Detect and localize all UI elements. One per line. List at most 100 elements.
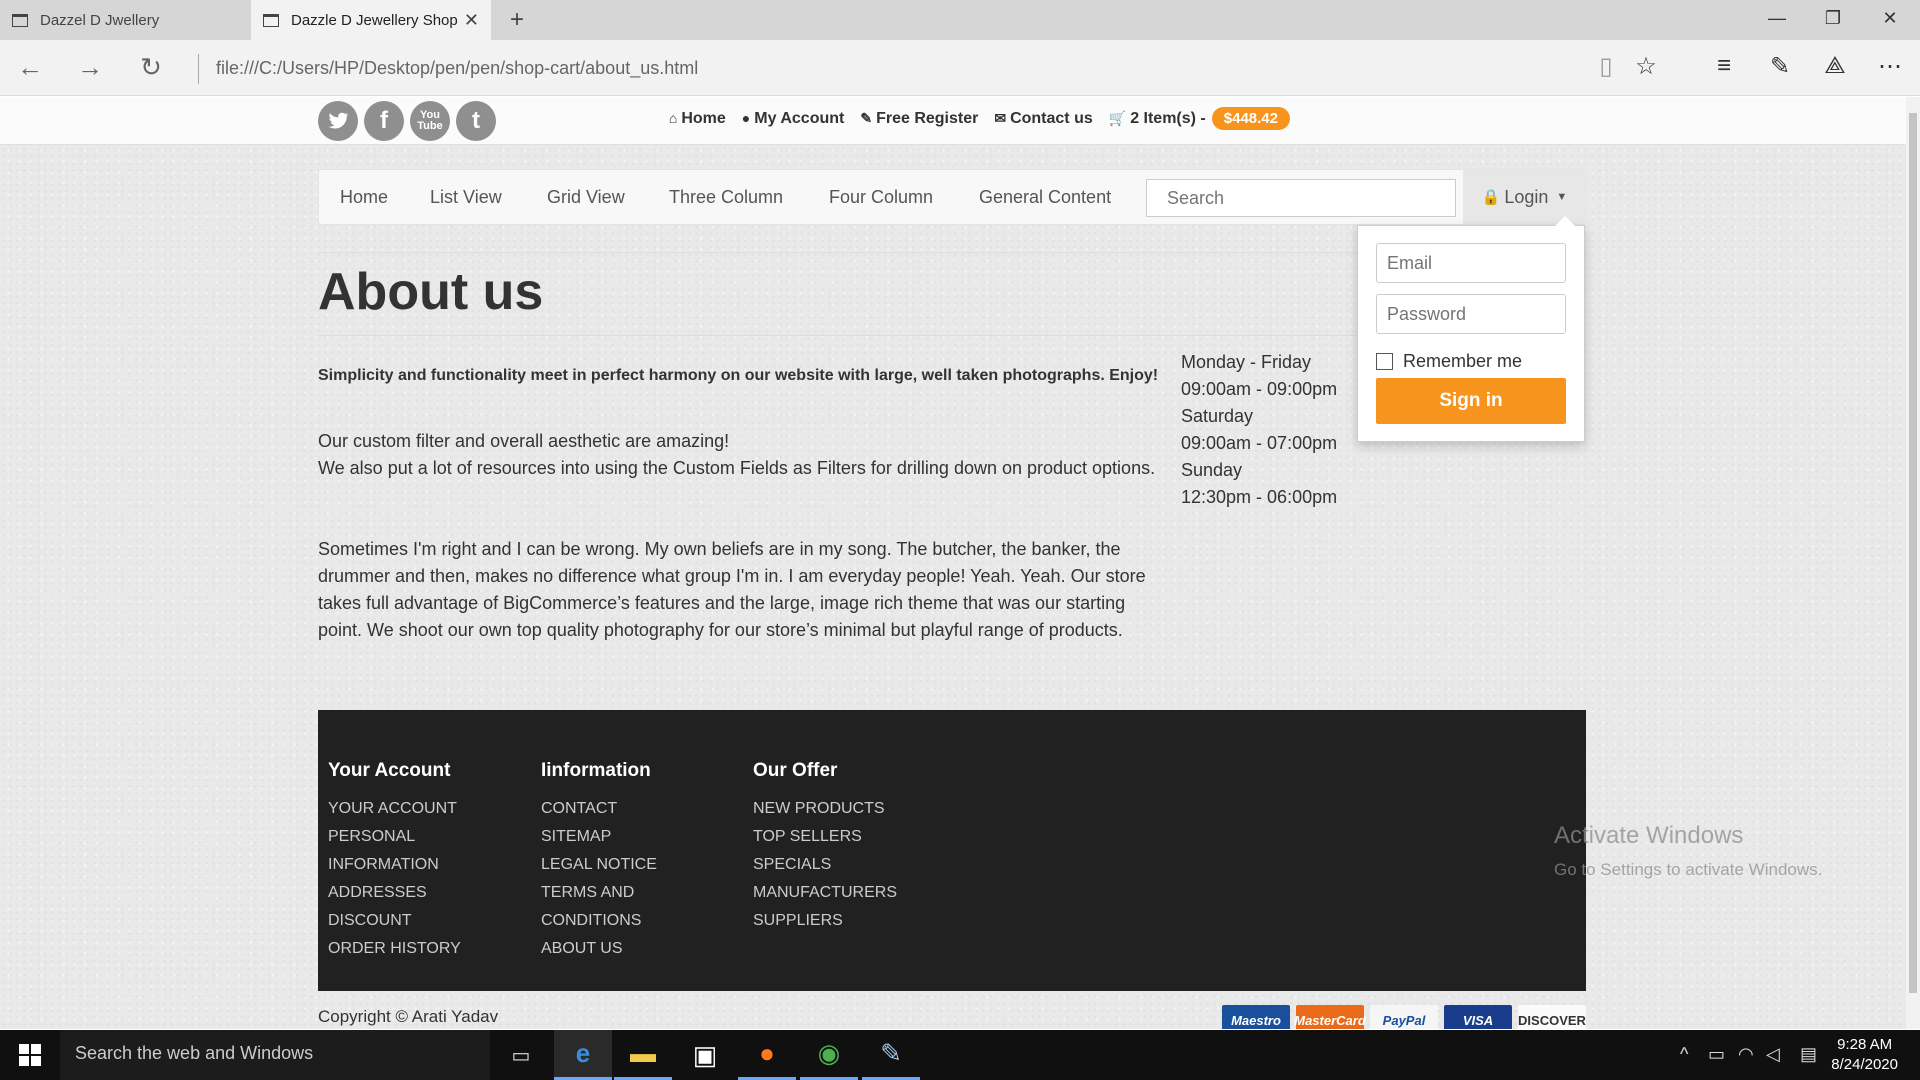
footer-link[interactable]: ORDER HISTORY	[328, 935, 518, 963]
footer-link[interactable]: NEW PRODUCTS	[753, 795, 953, 823]
taskbar-search[interactable]: Search the web and Windows	[60, 1030, 490, 1080]
footer-link[interactable]: MANUFACTURERS	[753, 879, 953, 907]
footer-link[interactable]: PERSONAL INFORMATION	[328, 823, 468, 879]
nav-grid-view[interactable]: Grid View	[547, 187, 625, 208]
main-navbar: Home List View Grid View Three Column Fo…	[318, 169, 1586, 225]
action-center-icon[interactable]: ▤	[1800, 1044, 1817, 1065]
restore-icon[interactable]: ❐	[1818, 8, 1848, 29]
page-title: About us	[318, 263, 544, 321]
footer-link[interactable]: CONTACT	[541, 795, 731, 823]
url-field[interactable]: file:///C:/Users/HP/Desktop/pen/pen/shop…	[216, 58, 698, 79]
remember-checkbox[interactable]	[1376, 353, 1393, 370]
footer-column-information: Iinformation CONTACT SITEMAP LEGAL NOTIC…	[541, 760, 731, 963]
favorite-star-icon[interactable]: ☆	[1628, 52, 1664, 81]
facebook-icon[interactable]: f	[364, 101, 404, 141]
browser-tab-bar: Dazzel D Jwellery Dazzle D Jewellery Sho…	[0, 0, 1920, 40]
top-links: ⌂ Home ● My Account ✎ Free Register ✉ Contac…	[653, 107, 1290, 130]
paypal-icon: PayPal	[1370, 1005, 1438, 1029]
top-link-account[interactable]: ● My Account	[742, 110, 845, 128]
chrome-icon[interactable]: ◉	[800, 1030, 858, 1080]
footer-heading: Your Account	[328, 760, 451, 781]
edge-icon[interactable]: e	[554, 1030, 612, 1080]
footer-link[interactable]: SPECIALS	[753, 851, 953, 879]
footer-link[interactable]: YOUR ACCOUNT	[328, 795, 518, 823]
discover-icon: DISCOVER	[1518, 1005, 1586, 1029]
copyright-text: Copyright © Arati Yadav	[318, 1007, 499, 1026]
email-field[interactable]	[1376, 243, 1566, 283]
back-icon[interactable]: ←	[12, 52, 48, 83]
activate-windows-watermark: Activate Windows	[1554, 822, 1744, 849]
browser-tab-2[interactable]: Dazzle D Jewellery Shop ✕	[251, 0, 491, 40]
nav-four-column[interactable]: Four Column	[829, 187, 933, 208]
address-bar: ← → ↻ file:///C:/Users/HP/Desktop/pen/pe…	[0, 40, 1920, 96]
battery-icon[interactable]: ▭	[1708, 1044, 1725, 1065]
payment-icons: Maestro MasterCard PayPal VISA DISCOVER	[1222, 1005, 1592, 1029]
remember-me[interactable]: Remember me	[1376, 351, 1522, 372]
opening-hours: Monday - Friday 09:00am - 09:00pm Saturd…	[1181, 349, 1337, 511]
tab-label: Dazzle D Jewellery Shop	[291, 11, 458, 29]
hub-icon[interactable]: ≡	[1706, 52, 1742, 80]
hours-time: 09:00am - 07:00pm	[1181, 433, 1338, 453]
nav-three-column[interactable]: Three Column	[669, 187, 783, 208]
search-input[interactable]	[1146, 179, 1456, 217]
footer-link[interactable]: TERMS AND CONDITIONS	[541, 879, 651, 935]
footer-link[interactable]: ABOUT US	[541, 935, 731, 963]
refresh-icon[interactable]: ↻	[133, 52, 169, 83]
hours-day: Sunday	[1181, 460, 1243, 480]
minimize-icon[interactable]: —	[1762, 8, 1792, 29]
activate-windows-subtitle: Go to Settings to activate Windows.	[1554, 860, 1823, 879]
footer-link[interactable]: SUPPLIERS	[753, 907, 953, 935]
maestro-icon: Maestro	[1222, 1005, 1290, 1029]
footer-link[interactable]: TOP SELLERS	[753, 823, 953, 851]
footer-link[interactable]: DISCOUNT	[328, 907, 518, 935]
clock-date: 8/24/2020	[1831, 1056, 1898, 1073]
caret-down-icon: ▼	[1556, 191, 1568, 203]
youtube-icon[interactable]: You Tube	[410, 101, 450, 141]
task-view-icon[interactable]: ▭	[492, 1030, 550, 1080]
tumblr-icon[interactable]: t	[456, 101, 496, 141]
firefox-icon[interactable]: ●	[738, 1030, 796, 1080]
windows-start-icon[interactable]	[0, 1030, 60, 1080]
wifi-icon[interactable]: ◠	[1738, 1044, 1754, 1065]
clock-time: 9:28 AM	[1837, 1036, 1893, 1053]
footer-link[interactable]: ADDRESSES	[328, 879, 518, 907]
more-icon[interactable]: ⋯	[1872, 52, 1908, 81]
browser-tab-1[interactable]: Dazzel D Jwellery	[0, 0, 250, 40]
hours-time: 09:00am - 09:00pm	[1181, 379, 1338, 399]
top-link-cart[interactable]: 🛒 2 Item(s) - $448.42	[1109, 107, 1290, 130]
user-icon: ●	[741, 110, 751, 126]
taskbar-clock[interactable]: 9:28 AM 8/24/2020	[1831, 1035, 1898, 1075]
paint-icon[interactable]: ✎	[862, 1030, 920, 1080]
show-hidden-icons-icon[interactable]: ^	[1680, 1044, 1688, 1065]
share-icon[interactable]: ⟁	[1817, 52, 1853, 80]
top-link-register[interactable]: ✎ Free Register	[860, 110, 978, 128]
close-tab-icon[interactable]: ✕	[464, 10, 479, 31]
hours-day: Monday - Friday	[1181, 352, 1312, 372]
volume-icon[interactable]: ◁	[1766, 1044, 1780, 1065]
nav-home[interactable]: Home	[340, 187, 388, 208]
store-icon[interactable]: ▣	[676, 1030, 734, 1080]
close-window-icon[interactable]: ✕	[1875, 8, 1905, 29]
intro-text: Simplicity and functionality meet in per…	[318, 367, 1159, 384]
scrollbar-thumb[interactable]	[1909, 113, 1917, 993]
footer-link[interactable]: LEGAL NOTICE	[541, 851, 731, 879]
page-scrollbar[interactable]	[1906, 97, 1920, 1029]
twitter-icon[interactable]	[318, 101, 358, 141]
web-note-icon[interactable]: ✎	[1762, 52, 1798, 81]
footer-link[interactable]: SITEMAP	[541, 823, 731, 851]
new-tab-icon[interactable]: +	[510, 6, 524, 34]
footer-heading: Our Offer	[753, 760, 838, 781]
top-link-contact[interactable]: ✉ Contact us	[994, 110, 1092, 128]
divider	[198, 54, 199, 84]
envelope-icon: ✉	[994, 110, 1007, 126]
password-field[interactable]	[1376, 294, 1566, 334]
top-link-home[interactable]: ⌂ Home	[669, 110, 726, 128]
sign-in-button[interactable]: Sign in	[1376, 378, 1566, 424]
nav-general-content[interactable]: General Content	[979, 187, 1111, 208]
file-explorer-icon[interactable]: ▬	[614, 1030, 672, 1080]
forward-icon[interactable]: →	[72, 52, 108, 83]
mastercard-icon: MasterCard	[1294, 1005, 1366, 1029]
nav-list-view[interactable]: List View	[430, 187, 502, 208]
hours-time: 12:30pm - 06:00pm	[1181, 487, 1338, 507]
reading-view-icon[interactable]: ▯	[1588, 52, 1624, 81]
